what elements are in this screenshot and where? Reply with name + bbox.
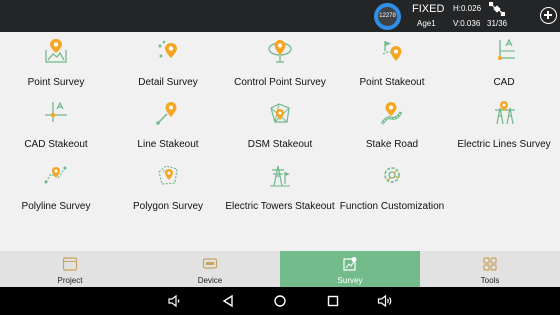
satellites-used: 31/36 (487, 19, 508, 28)
tab-survey[interactable]: Survey (280, 251, 420, 287)
cad-icon (498, 38, 515, 60)
home-icon (274, 295, 286, 307)
control-point-survey-icon (268, 40, 292, 63)
menu-item-detail-survey[interactable]: Detail Survey (112, 32, 224, 92)
tab-label: Device (197, 276, 223, 285)
menu-item-polygon-survey[interactable]: m Polygon Survey (112, 156, 224, 216)
tab-label: Project (57, 276, 83, 285)
bottom-tab-bar: Project Device Survey Tools (0, 251, 560, 287)
home-button[interactable] (272, 293, 288, 309)
menu-item-point-stakeout[interactable]: Point Stakeout (336, 32, 448, 92)
menu-item-cad[interactable]: CAD (448, 32, 560, 92)
point-survey-icon (45, 39, 67, 63)
tab-tools[interactable]: Tools (420, 251, 560, 287)
volume-up-icon (377, 294, 392, 308)
polyline-survey-icon (44, 166, 67, 184)
detail-survey-icon (158, 40, 177, 58)
android-nav-bar (0, 287, 560, 315)
status-bar: 12278 FIXED Age1 H:0.026 V:0.036 31/36 (0, 0, 560, 32)
stake-road-icon (380, 102, 403, 125)
menu-item-cad-stakeout[interactable]: CAD Stakeout (0, 94, 112, 154)
satellite-icon (489, 2, 505, 16)
menu-item-label: Function Customization (339, 201, 445, 212)
tab-project[interactable]: Project (0, 251, 140, 287)
menu-item-stake-road[interactable]: Stake Road (336, 94, 448, 154)
back-icon (222, 294, 233, 308)
vertical-precision: V:0.036 (453, 19, 481, 28)
satellite-count: 12278 (379, 13, 396, 19)
volume-down-icon (168, 294, 180, 308)
volume-down-button[interactable] (167, 293, 183, 309)
app-screen: 12278 FIXED Age1 H:0.026 V:0.036 31/36 P… (0, 0, 560, 315)
line-stakeout-icon (156, 102, 177, 125)
menu-item-control-point-survey[interactable]: Control Point Survey (224, 32, 336, 92)
back-button[interactable] (220, 293, 236, 309)
electric-lines-survey-icon (495, 101, 515, 125)
point-stakeout-icon (382, 41, 402, 61)
satellite-count-ring[interactable]: 12278 (374, 3, 401, 30)
recents-icon (327, 295, 339, 307)
horizontal-precision: H:0.026 (453, 4, 482, 13)
polygon-survey-icon: m (158, 165, 178, 185)
menu-item-label: Electric Lines Survey (457, 139, 551, 150)
menu-item-polyline-survey[interactable]: Polyline Survey (0, 156, 112, 216)
project-icon (62, 257, 78, 271)
menu-item-electric-lines-survey[interactable]: Electric Lines Survey (448, 94, 560, 154)
volume-up-button[interactable] (377, 293, 393, 309)
tab-device[interactable]: Device (140, 251, 280, 287)
tab-label: Tools (480, 276, 500, 285)
differential-age: Age1 (417, 19, 436, 28)
menu-item-function-customization[interactable]: Function Customization (336, 156, 448, 216)
menu-item-dsm-stakeout[interactable]: DSM Stakeout (224, 94, 336, 154)
recents-button[interactable] (325, 293, 341, 309)
fix-status: FIXED (412, 3, 445, 15)
menu-item-line-stakeout[interactable]: Line Stakeout (112, 94, 224, 154)
menu-item-label: CAD (493, 77, 515, 88)
menu-item-electric-towers-stakeout[interactable]: Electric Towers Stakeout (224, 156, 336, 216)
dsm-stakeout-icon (270, 103, 290, 123)
function-customization-icon (384, 167, 400, 183)
menu-item-point-survey[interactable]: Point Survey (0, 32, 112, 92)
survey-function-grid: Point Survey Detail Survey Control Point… (0, 32, 560, 251)
add-button[interactable] (540, 7, 557, 24)
cad-stakeout-icon (45, 101, 67, 122)
survey-icon (343, 257, 357, 271)
device-icon (202, 258, 218, 269)
tools-icon (483, 257, 497, 271)
tab-label: Survey (337, 276, 363, 285)
electric-towers-stakeout-icon (270, 165, 290, 187)
